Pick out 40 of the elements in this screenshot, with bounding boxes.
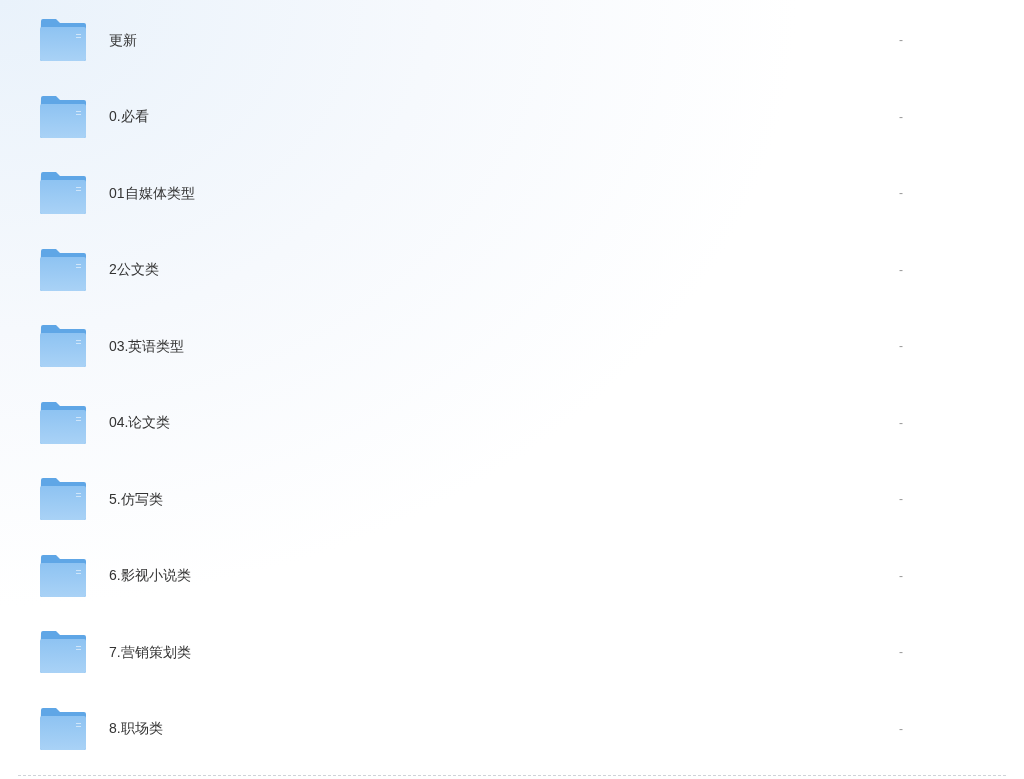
folder-name: 0.必看 <box>109 107 150 127</box>
file-size: - <box>899 185 903 203</box>
folder-icon <box>40 401 86 444</box>
folder-name: 2公文类 <box>109 260 160 280</box>
folder-icon <box>40 248 86 291</box>
folder-name: 6.影视小说类 <box>109 566 192 586</box>
folder-icon <box>40 325 86 368</box>
folder-icon <box>40 707 86 750</box>
folder-icon <box>40 554 86 597</box>
folder-row[interactable]: 03.英语类型 - <box>0 308 1024 385</box>
folder-row[interactable]: 6.影视小说类 - <box>0 537 1024 614</box>
folder-row[interactable]: 5.仿写类 - <box>0 461 1024 538</box>
folder-row[interactable]: 7.营销策划类 - <box>0 614 1024 691</box>
file-size: - <box>899 567 903 585</box>
folder-name: 01自媒体类型 <box>109 183 196 203</box>
folder-name: 03.英语类型 <box>109 336 186 356</box>
file-size: - <box>899 338 903 356</box>
folder-name: 04.论文类 <box>109 413 172 433</box>
folder-icon <box>40 19 86 62</box>
folder-row[interactable]: 2公文类 - <box>0 231 1024 308</box>
folder-name: 5.仿写类 <box>109 489 164 509</box>
folder-row[interactable]: 0.必看 - <box>0 78 1024 155</box>
folder-row[interactable]: 8.职场类 - <box>0 690 1024 767</box>
folder-icon <box>40 95 86 138</box>
folder-row[interactable]: 01自媒体类型 - <box>0 155 1024 232</box>
file-size: - <box>899 108 903 126</box>
file-size: - <box>899 32 903 50</box>
file-size: - <box>899 491 903 509</box>
folder-icon <box>40 172 86 215</box>
file-size: - <box>899 720 903 738</box>
folder-name: 更新 <box>109 30 138 50</box>
folder-row[interactable]: 04.论文类 - <box>0 384 1024 461</box>
folder-icon <box>40 631 86 674</box>
folder-icon <box>40 478 86 521</box>
folder-name: 7.营销策划类 <box>109 642 192 662</box>
folder-name: 8.职场类 <box>109 719 164 739</box>
file-size: - <box>899 414 903 432</box>
folder-row[interactable]: 更新 - <box>0 2 1024 79</box>
file-size: - <box>899 261 903 279</box>
file-size: - <box>899 644 903 662</box>
